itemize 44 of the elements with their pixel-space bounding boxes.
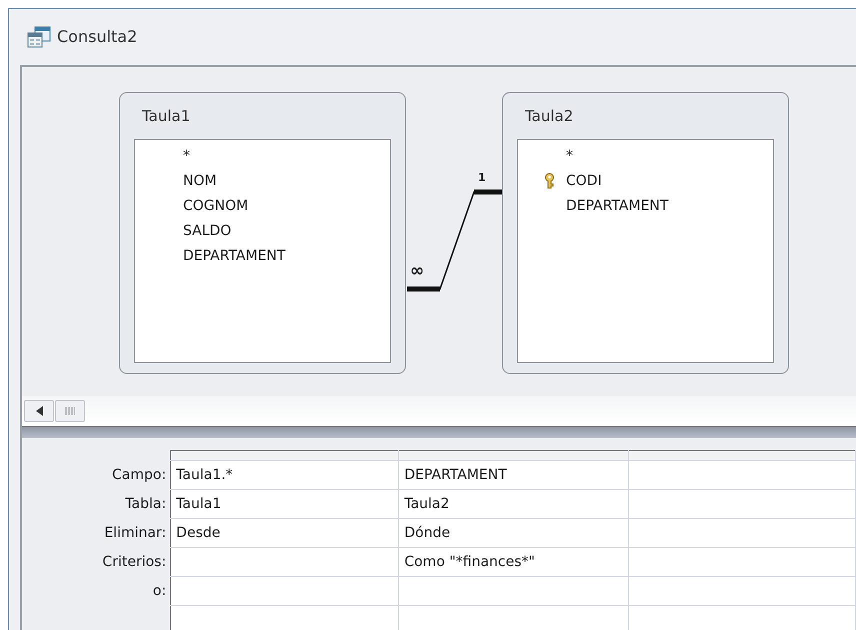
column-selector[interactable] (398, 450, 628, 460)
grid-cell[interactable] (628, 518, 856, 548)
row-label: Campo: (22, 460, 171, 490)
field-name[interactable]: * (183, 146, 190, 167)
grid-cell[interactable]: Como "*finances*" (398, 548, 628, 576)
table-title: Taula2 (524, 106, 574, 127)
grid-cell[interactable]: Dónde (398, 518, 628, 548)
field-name[interactable]: CODI (566, 171, 602, 192)
grid-cell[interactable]: Taula1 (170, 490, 399, 518)
column-selector[interactable] (170, 450, 399, 460)
grid-cell[interactable]: DEPARTAMENT (398, 460, 628, 490)
field-name[interactable]: * (566, 146, 573, 167)
grid-cell[interactable] (398, 576, 628, 606)
grid-cell[interactable] (398, 606, 628, 630)
field-name[interactable]: DEPARTAMENT (566, 196, 668, 217)
table-title: Taula1 (141, 106, 192, 127)
scrollbar-thumb[interactable] (55, 400, 85, 422)
grid-cell[interactable] (170, 548, 399, 576)
grid-cell[interactable] (628, 548, 856, 576)
many-label: ∞ (410, 263, 424, 280)
grid-cell[interactable]: Taula1.* (170, 460, 399, 490)
field-name[interactable]: NOM (183, 171, 217, 192)
grid-cell[interactable] (170, 576, 399, 606)
row-label: Criterios: (22, 548, 171, 576)
row-label: Eliminar: (22, 518, 171, 548)
query-icon (27, 26, 51, 48)
field-name[interactable]: SALDO (183, 221, 232, 242)
grid-cell[interactable] (628, 606, 856, 630)
left-arrow-icon (36, 406, 42, 416)
grid-cell[interactable]: Taula2 (398, 490, 628, 518)
grid-cell[interactable] (628, 460, 856, 490)
row-label: o: (22, 576, 171, 606)
window-title: Consulta2 (57, 26, 138, 48)
field-name[interactable]: COGNOM (183, 196, 248, 217)
grid-cell[interactable] (628, 576, 856, 606)
one-label: 1 (478, 172, 486, 183)
field-name[interactable]: DEPARTAMENT (183, 246, 286, 267)
scroll-left-button[interactable] (24, 400, 54, 422)
grid-cell[interactable]: Desde (170, 518, 399, 548)
grid-cell[interactable] (170, 606, 399, 630)
grid-cell[interactable] (628, 490, 856, 518)
grip-icon (65, 407, 75, 416)
row-label: Tabla: (22, 490, 171, 518)
column-selector[interactable] (628, 450, 856, 460)
